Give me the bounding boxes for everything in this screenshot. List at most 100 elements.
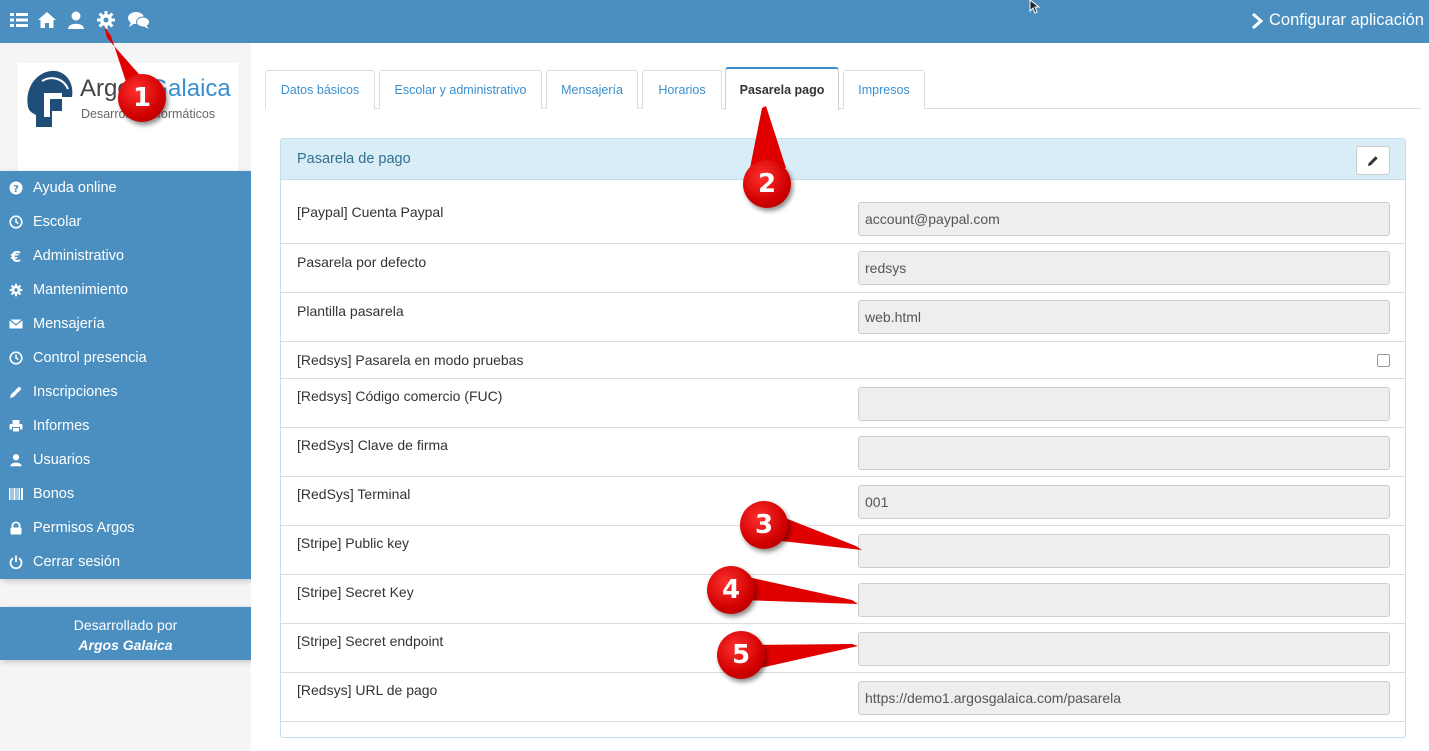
field-label: [RedSys] Clave de firma [297, 437, 448, 453]
printer-icon [8, 418, 24, 434]
pencil-icon [8, 384, 24, 400]
callout-4: 4 [707, 566, 755, 614]
sidebar-item-label: Inscripciones [33, 384, 118, 400]
sidebar-item-label: Usuarios [33, 452, 91, 468]
sidebar-item-label: Cerrar sesión [33, 554, 121, 570]
top-bar: Configurar aplicación [0, 0, 1429, 43]
stripe-secret-key-field[interactable] [858, 583, 1390, 617]
sidebar-item-label: Permisos Argos [33, 520, 135, 536]
callout-5: 5 [717, 631, 765, 679]
row-stripe-secret-key: [Stripe] Secret Key [281, 575, 1405, 624]
credit-box: Desarrollado por Argos Galaica [0, 607, 251, 660]
sidebar-item-escolar[interactable]: Escolar [0, 205, 251, 239]
paypal-account-field[interactable]: account@paypal.com [858, 202, 1390, 236]
field-label: Pasarela por defecto [297, 254, 427, 270]
stripe-secret-endpoint-field[interactable] [858, 632, 1390, 666]
barcode-icon [8, 486, 24, 502]
main-content: Datos básicos Escolar y administrativo M… [251, 43, 1429, 751]
sidebar-item-permisos-argos[interactable]: Permisos Argos [0, 511, 251, 545]
sidebar-item-control-presencia[interactable]: Control presencia [0, 341, 251, 375]
tab-pasarela-pago[interactable]: Pasarela pago [725, 67, 839, 110]
user-icon[interactable] [66, 10, 86, 30]
tab-datos-basicos[interactable]: Datos básicos [265, 70, 375, 109]
panel-header: Pasarela de pago [281, 139, 1405, 180]
mouse-cursor-icon [1029, 0, 1041, 14]
sidebar-item-label: Informes [33, 418, 90, 434]
svg-text:?: ? [13, 184, 19, 195]
field-label: [Stripe] Public key [297, 535, 410, 551]
spartan-helmet-icon [27, 70, 73, 127]
redsys-terminal-field[interactable]: 001 [858, 485, 1390, 519]
page-title: Configurar aplicación [1268, 11, 1424, 29]
sidebar-item-cerrar-sesion[interactable]: Cerrar sesión [0, 545, 251, 579]
panel-title: Pasarela de pago [297, 151, 411, 167]
question-icon: ? [8, 180, 24, 196]
field-label: [Paypal] Cuenta Paypal [297, 204, 444, 220]
list-icon[interactable] [9, 10, 29, 30]
sidebar-item-mantenimiento[interactable]: Mantenimiento [0, 273, 251, 307]
configure-app-link[interactable]: Configurar aplicación [1251, 11, 1424, 30]
row-default-gateway: Pasarela por defecto redsys [281, 244, 1405, 293]
redsys-payment-url-field[interactable]: https://demo1.argosgalaica.com/pasarela [858, 681, 1390, 715]
stripe-public-key-field[interactable] [858, 534, 1390, 568]
sidebar-item-administrativo[interactable]: € Administrativo [0, 239, 251, 273]
callout-3: 3 [740, 501, 788, 549]
sidebar-item-informes[interactable]: Informes [0, 409, 251, 443]
field-label: [Stripe] Secret endpoint [297, 633, 444, 649]
euro-icon: € [8, 248, 24, 264]
row-redsys-signing-key: [RedSys] Clave de firma [281, 428, 1405, 477]
sidebar-item-label: Mantenimiento [33, 282, 129, 298]
field-label: [Redsys] Pasarela en modo pruebas [297, 352, 524, 368]
row-redsys-terminal: [RedSys] Terminal 001 [281, 477, 1405, 526]
row-gateway-template: Plantilla pasarela web.html [281, 293, 1405, 342]
tab-impresos[interactable]: Impresos [843, 70, 925, 109]
home-icon[interactable] [37, 10, 57, 30]
user-icon [8, 452, 24, 468]
sidebar-item-label: Mensajería [33, 316, 105, 332]
tab-escolar-administrativo[interactable]: Escolar y administrativo [379, 70, 542, 109]
field-label: Plantilla pasarela [297, 303, 404, 319]
credit-line-1: Desarrollado por [73, 617, 178, 633]
field-label: [Redsys] Código comercio (FUC) [297, 388, 503, 404]
tab-horarios[interactable]: Horarios [642, 70, 722, 109]
sidebar-item-label: Administrativo [33, 248, 125, 264]
chat-icon[interactable] [127, 10, 151, 30]
sidebar-item-label: Escolar [33, 214, 82, 230]
sidebar-item-bonos[interactable]: Bonos [0, 477, 251, 511]
sidebar-item-label: Control presencia [33, 350, 147, 366]
redsys-test-mode-checkbox[interactable] [1377, 354, 1390, 367]
field-label: [RedSys] Terminal [297, 486, 411, 502]
payment-gateway-panel: Pasarela de pago [Paypal] Cuenta Paypal … [280, 138, 1406, 738]
sidebar-item-usuarios[interactable]: Usuarios [0, 443, 251, 477]
sidebar-menu: ? Ayuda online Escolar € Administrativo … [0, 171, 251, 579]
gateway-template-field[interactable]: web.html [858, 300, 1390, 334]
sidebar-item-mensajeria[interactable]: Mensajería [0, 307, 251, 341]
tab-mensajeria[interactable]: Mensajería [546, 70, 638, 109]
field-label: [Stripe] Secret Key [297, 584, 414, 600]
redsys-merchant-code-field[interactable] [858, 387, 1390, 421]
row-stripe-secret-endpoint: [Stripe] Secret endpoint [281, 624, 1405, 673]
callout-1: 1 [118, 74, 166, 122]
default-gateway-field[interactable]: redsys [858, 251, 1390, 285]
row-redsys-payment-url: [Redsys] URL de pago https://demo1.argos… [281, 673, 1405, 722]
power-icon [8, 554, 24, 570]
clock-icon [8, 350, 24, 366]
edit-button[interactable] [1356, 146, 1390, 175]
tab-bar: Datos básicos Escolar y administrativo M… [265, 67, 1421, 110]
chevron-right-icon [1251, 12, 1263, 29]
sidebar-item-label: Ayuda online [33, 180, 117, 196]
gear-icon[interactable] [96, 10, 116, 30]
clock-icon [8, 214, 24, 230]
callout-2: 2 [743, 160, 791, 208]
row-stripe-public-key: [Stripe] Public key [281, 526, 1405, 575]
credit-line-2[interactable]: Argos Galaica [0, 635, 251, 655]
row-redsys-merchant-code: [Redsys] Código comercio (FUC) [281, 379, 1405, 428]
pencil-icon [1367, 155, 1378, 166]
field-label: [Redsys] URL de pago [297, 682, 438, 698]
sidebar-item-label: Bonos [33, 486, 75, 502]
lock-icon [8, 520, 24, 536]
sidebar-item-inscripciones[interactable]: Inscripciones [0, 375, 251, 409]
row-paypal-account: [Paypal] Cuenta Paypal account@paypal.co… [281, 180, 1405, 244]
redsys-signing-key-field[interactable] [858, 436, 1390, 470]
sidebar-item-ayuda-online[interactable]: ? Ayuda online [0, 171, 251, 205]
